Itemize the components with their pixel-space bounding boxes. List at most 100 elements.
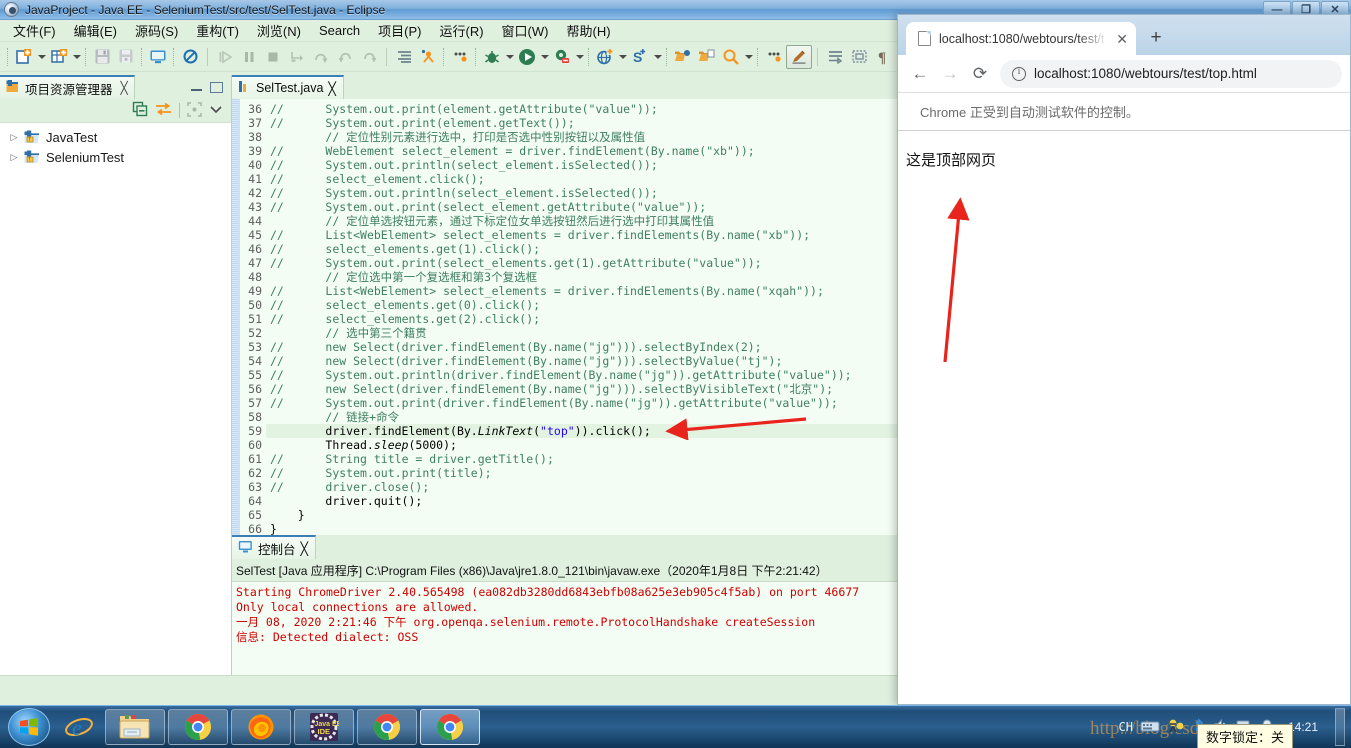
tab-console[interactable]: 控制台 ╳ [232,535,317,559]
menu-window[interactable]: 窗口(W) [493,19,558,42]
search-icon[interactable] [719,45,743,69]
search-dropdown[interactable] [743,45,754,69]
show-desktop-button[interactable] [1335,708,1345,746]
explorer-tab-label: 项目资源管理器 [25,82,113,97]
project-tree[interactable]: ▷ ! JavaTest ▷ ! SeleniumTest [0,123,231,675]
show-whitespace-icon[interactable]: ¶ [871,45,895,69]
menu-project[interactable]: 项目(P) [369,19,430,42]
edit-icon[interactable] [786,44,812,69]
tree-item-seleniumtest[interactable]: ▷ ! SeleniumTest [0,147,231,167]
back-button[interactable]: ← [906,60,934,88]
taskbar-item-mozilla-firefox[interactable] [231,709,291,745]
chevron-right-icon[interactable]: ▷ [8,132,20,143]
step-into-icon [285,45,309,69]
new-wizard-icon[interactable] [12,45,36,69]
ime-toolbar-icon[interactable] [1167,718,1185,737]
tab-seltest-java[interactable]: SelTest.java ╳ [232,75,344,99]
skip-breakpoints-icon[interactable] [178,45,202,69]
close-icon[interactable]: ╳ [301,541,309,556]
menu-search[interactable]: Search [310,21,369,40]
address-bar[interactable]: localhost:1080/webtours/test/top.html [1000,59,1342,88]
console-icon [238,540,253,557]
focus-on-active-icon[interactable] [187,101,202,120]
more-icon[interactable] [448,45,472,69]
run-dropdown[interactable] [539,45,550,69]
menu-run[interactable]: 运行(R) [431,19,493,42]
new-item-dropdown[interactable] [71,45,82,69]
taskbar-item-file-explorer[interactable] [105,709,165,745]
open-task-icon[interactable] [695,45,719,69]
link-debug-icon[interactable] [416,45,440,69]
new-web-dropdown[interactable] [617,45,628,69]
toolbar-separator [757,47,759,66]
tab-row-filler [135,75,191,99]
address-bar-url: localhost:1080/webtours/test/top.html [1034,66,1257,81]
taskbar-item-google-chrome-3[interactable] [420,709,480,745]
toolbar-separator [179,103,180,118]
new-server-icon[interactable]: S [628,45,652,69]
menu-edit[interactable]: 编辑(E) [65,19,126,42]
save-icon[interactable] [90,45,114,69]
menu-file[interactable]: 文件(F) [4,19,65,42]
taskbar-item-google-chrome[interactable] [168,709,228,745]
tree-item-javatest[interactable]: ▷ ! JavaTest [0,127,231,147]
toolbar-separator [386,47,387,66]
debug-dropdown[interactable] [504,45,515,69]
forward-button[interactable]: → [936,60,964,88]
menu-source[interactable]: 源码(S) [126,19,187,42]
external-tools-icon[interactable] [550,45,574,69]
start-orb[interactable] [8,708,50,746]
toolbar-separator [666,47,668,66]
tree-item-label: JavaTest [46,129,98,145]
close-icon[interactable]: ╳ [121,81,128,95]
new-server-dropdown[interactable] [652,45,663,69]
taskbar-item-eclipse-java-ee-ide[interactable]: Java EE IDE [294,709,354,745]
open-console-icon[interactable] [146,45,170,69]
chrome-tab[interactable]: localhost:1080/webtours/test/t ✕ [906,22,1136,55]
more2-icon[interactable] [762,45,786,69]
toggle-block-icon[interactable] [847,45,871,69]
editor-change-ruler [232,99,240,535]
reload-button[interactable]: ⟳ [966,60,994,88]
close-icon[interactable]: ╳ [328,81,336,96]
chrome-tabstrip: localhost:1080/webtours/test/t ✕ + [898,15,1350,55]
chevron-right-icon[interactable]: ▷ [8,152,20,163]
menu-navigate[interactable]: 浏览(N) [248,19,310,42]
new-tab-button[interactable]: + [1142,24,1170,52]
close-icon[interactable]: ✕ [1116,32,1128,46]
link-with-editor-icon[interactable] [155,102,172,119]
numlock-tooltip: 数字锁定：关 [1196,724,1293,748]
minimize-view-button[interactable] [191,83,202,91]
maximize-view-button[interactable] [210,81,223,93]
java-project-icon: ! [24,130,42,145]
menu-help[interactable]: 帮助(H) [557,19,619,42]
explorer-tab-row: 项目资源管理器 ╳ [0,75,231,99]
indent-icon[interactable] [392,45,416,69]
toggle-wrap-icon[interactable] [823,45,847,69]
new-item-icon[interactable] [47,45,71,69]
collapse-all-icon[interactable] [132,101,148,120]
debug-icon[interactable] [480,45,504,69]
page-viewport[interactable]: 这是顶部网页 [898,131,1350,704]
view-menu-icon[interactable] [209,102,223,119]
new-web-project-icon[interactable] [593,45,617,69]
tab-project-explorer[interactable]: 项目资源管理器 ╳ [0,75,135,99]
menu-refactor[interactable]: 重构(T) [187,19,248,42]
run-icon[interactable] [515,45,539,69]
toolbar-separator [588,47,590,66]
taskbar-item-internet-explorer[interactable]: e [56,709,102,745]
toolbar-separator [173,47,175,66]
keyboard-icon[interactable] [1140,719,1160,736]
toolbar-separator [207,47,208,66]
info-circle-icon[interactable] [1012,66,1026,81]
step-return-icon [333,45,357,69]
step-over-icon [309,45,333,69]
save-all-icon[interactable] [114,45,138,69]
new-wizard-dropdown[interactable] [36,45,47,69]
step-back-icon [357,45,381,69]
taskbar-item-google-chrome-2[interactable] [357,709,417,745]
open-type-icon[interactable] [671,45,695,69]
svg-text:IDE: IDE [318,727,331,736]
ime-indicator[interactable]: CH [1119,720,1133,734]
external-tools-dropdown[interactable] [574,45,585,69]
